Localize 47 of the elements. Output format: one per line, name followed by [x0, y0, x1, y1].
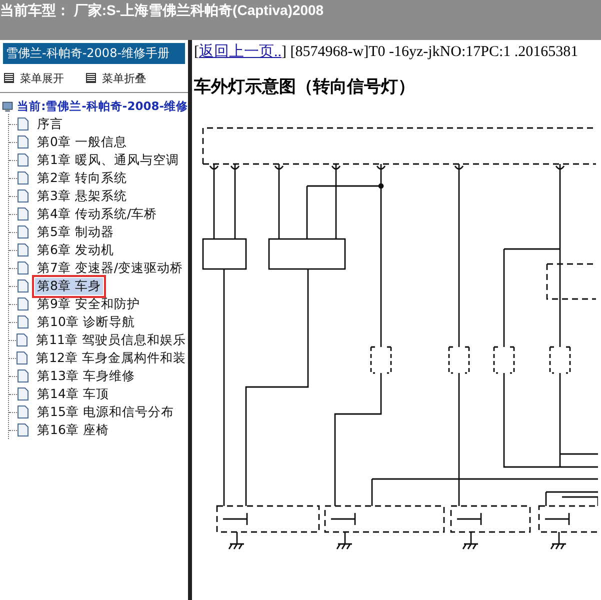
page-icon — [16, 333, 28, 347]
diagram-heading: 车外灯示意图（转向信号灯） — [194, 76, 416, 98]
page-icon — [17, 405, 29, 419]
tree-item[interactable]: 第9章 安全和防护 — [35, 296, 142, 312]
tree-item[interactable]: 第12章 车身金属构件和装 — [34, 350, 188, 366]
tree-item[interactable]: 第5章 制动器 — [35, 224, 116, 240]
tree-item[interactable]: 第11章 驾驶员信息和娱乐 — [34, 332, 188, 348]
window-title: 当前车型： 厂家:S-上海雪佛兰科帕奇(Captiva)2008 — [0, 1, 324, 20]
tree-item[interactable]: 第14章 车顶 — [35, 386, 111, 402]
page-icon — [17, 171, 29, 185]
page-icon — [17, 297, 29, 311]
page-icon — [17, 387, 29, 401]
document-path: [返回上一页..] [8574968-w]T0 -16yz-jkNO:17PC:1 .20165381 — [194, 42, 580, 61]
page-icon — [17, 315, 29, 329]
tree-root[interactable]: 当前:雪佛兰-科帕奇-2008-维修 — [17, 99, 188, 114]
page-icon — [17, 225, 29, 239]
page-icon — [17, 279, 29, 293]
tree-item[interactable]: 第1章 暖风、通风与空调 — [35, 152, 181, 168]
tree-item[interactable]: 第6章 发动机 — [35, 242, 116, 258]
tree-item[interactable]: 第4章 传动系统/车桥 — [35, 206, 160, 222]
tree-item[interactable]: 序言 — [35, 116, 65, 132]
menu-toggle-link[interactable]: 菜单折叠 — [86, 70, 146, 86]
page-icon — [17, 153, 29, 167]
page-icon — [17, 207, 29, 221]
tree-item[interactable]: 第7章 变速器/变速驱动桥 — [35, 260, 186, 276]
menu-toggle-link[interactable]: 菜单展开 — [4, 70, 64, 86]
page-icon — [17, 135, 29, 149]
tree-item[interactable]: 第0章 一般信息 — [35, 134, 129, 150]
page-icon — [17, 423, 29, 437]
page-icon — [17, 189, 29, 203]
tree-item[interactable]: 第2章 转向系统 — [35, 170, 129, 186]
page-icon — [17, 243, 29, 257]
back-link[interactable]: 返回上一页.. — [199, 44, 282, 60]
tree-item[interactable]: 第16章 座椅 — [35, 422, 111, 438]
tree-item[interactable]: 第13章 车身维修 — [35, 368, 137, 384]
tree-item[interactable]: 第10章 诊断导航 — [35, 314, 137, 330]
manual-title-bar: 雪佛兰-科帕奇-2008-维修手册 — [3, 43, 185, 64]
page-icon — [17, 261, 29, 275]
tree-item[interactable]: 第3章 悬架系统 — [35, 188, 129, 204]
list-icon — [86, 73, 96, 83]
page-icon — [16, 351, 28, 365]
list-icon — [4, 73, 14, 83]
computer-icon — [2, 100, 14, 114]
page-icon — [17, 117, 29, 131]
tree-item[interactable]: 第8章 车身 — [35, 278, 103, 294]
page-icon — [17, 369, 29, 383]
tree-item[interactable]: 第15章 电源和信号分布 — [35, 404, 176, 420]
